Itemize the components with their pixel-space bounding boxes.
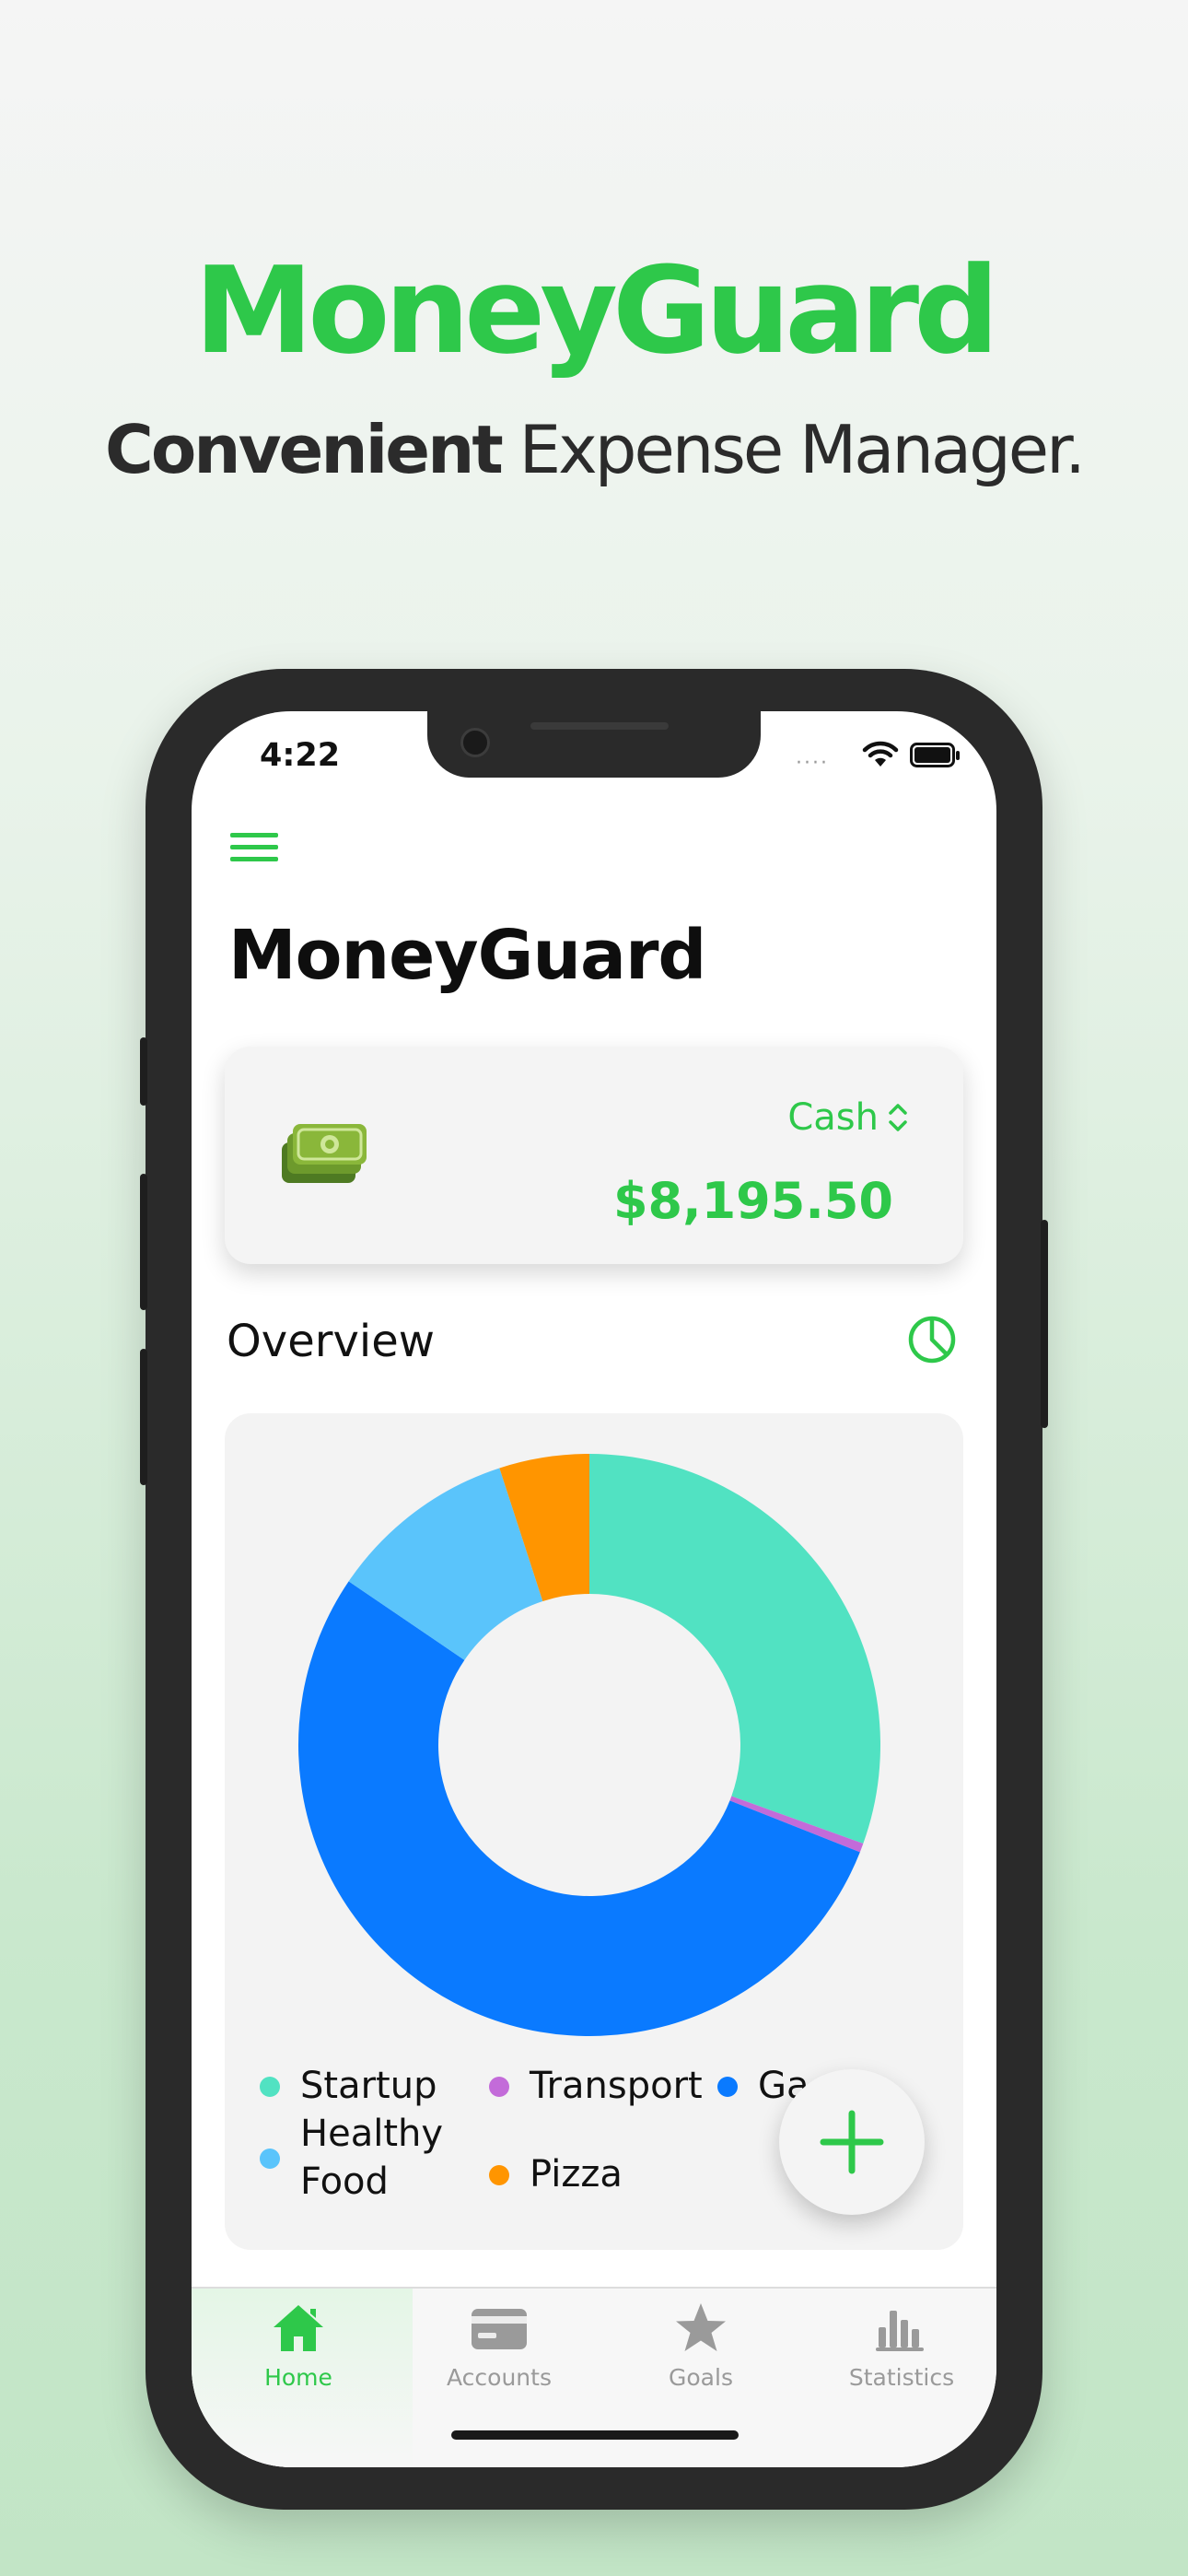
page-title: MoneyGuard bbox=[228, 916, 706, 995]
promo-subtitle: Convenient Expense Manager. bbox=[0, 404, 1188, 496]
notch bbox=[427, 711, 761, 778]
tab-label-home: Home bbox=[264, 2364, 332, 2391]
plus-icon bbox=[820, 2110, 884, 2174]
credit-card-icon bbox=[472, 2309, 527, 2349]
legend-dot-transport bbox=[489, 2077, 509, 2097]
promo-title: MoneyGuard bbox=[193, 240, 999, 381]
status-indicators: ···· bbox=[796, 737, 961, 775]
tab-bar: Home Accounts Goals Statistics bbox=[192, 2287, 996, 2467]
phone-frame: 4:22 ···· MoneyGuard Cash $8,195.50 Over… bbox=[140, 669, 1048, 2510]
wifi-icon bbox=[862, 741, 899, 767]
phone-power-button bbox=[1041, 1220, 1048, 1428]
account-name: Cash bbox=[787, 1096, 879, 1139]
front-camera bbox=[460, 728, 490, 757]
account-selector[interactable]: Cash bbox=[787, 1096, 908, 1139]
legend-dot-healthy-food bbox=[260, 2149, 280, 2169]
legend-dot-pizza bbox=[489, 2165, 509, 2185]
legend-item-healthy-food: Healthy Food bbox=[260, 2110, 444, 2206]
chevron-up-down-icon bbox=[889, 1104, 907, 1131]
legend-label-healthy-food: Healthy Food bbox=[300, 2113, 444, 2203]
legend-item-startup: Startup bbox=[260, 2062, 437, 2110]
pie-chart-icon[interactable] bbox=[906, 1314, 958, 1365]
account-balance: $8,195.50 bbox=[612, 1172, 893, 1230]
battery-icon bbox=[910, 743, 960, 767]
home-indicator bbox=[451, 2430, 739, 2440]
overview-heading: Overview bbox=[227, 1316, 435, 1367]
legend-item-pizza: Pizza bbox=[489, 2150, 623, 2198]
legend-item-transport: Transport bbox=[489, 2062, 703, 2110]
tab-goals[interactable]: Goals bbox=[600, 2301, 802, 2391]
promo-subtitle-bold: Convenient bbox=[105, 411, 504, 488]
home-icon bbox=[274, 2305, 323, 2351]
donut-slice-startup bbox=[589, 1454, 880, 1844]
earpiece-speaker bbox=[530, 722, 669, 730]
tab-statistics[interactable]: Statistics bbox=[800, 2301, 996, 2391]
star-icon bbox=[676, 2303, 726, 2351]
tab-label-statistics: Statistics bbox=[848, 2364, 955, 2391]
expense-donut-chart bbox=[298, 1454, 880, 2036]
tab-label-accounts: Accounts bbox=[447, 2364, 552, 2391]
legend-label-transport: Transport bbox=[530, 2065, 703, 2107]
status-time: 4:22 bbox=[260, 737, 341, 774]
cellular-signal-icon: ···· bbox=[796, 752, 829, 775]
bar-chart-icon bbox=[876, 2311, 924, 2351]
add-transaction-button[interactable] bbox=[779, 2069, 925, 2215]
phone-volume-down bbox=[140, 1349, 147, 1485]
tab-accounts[interactable]: Accounts bbox=[398, 2301, 600, 2391]
balance-card[interactable]: Cash $8,195.50 bbox=[225, 1047, 963, 1264]
legend-dot-startup bbox=[260, 2077, 280, 2097]
legend-label-pizza: Pizza bbox=[530, 2153, 623, 2195]
app-screen: 4:22 ···· MoneyGuard Cash $8,195.50 Over… bbox=[192, 711, 996, 2467]
legend-dot-ga bbox=[717, 2077, 738, 2097]
legend-label-startup: Startup bbox=[300, 2065, 437, 2107]
promo-subtitle-rest: Expense Manager. bbox=[518, 411, 1086, 488]
tab-home[interactable]: Home bbox=[197, 2301, 400, 2391]
hamburger-menu-icon[interactable] bbox=[230, 833, 282, 870]
phone-mute-switch bbox=[140, 1037, 147, 1106]
phone-volume-up bbox=[140, 1174, 147, 1310]
cash-money-icon bbox=[282, 1124, 367, 1183]
tab-label-goals: Goals bbox=[669, 2364, 733, 2391]
